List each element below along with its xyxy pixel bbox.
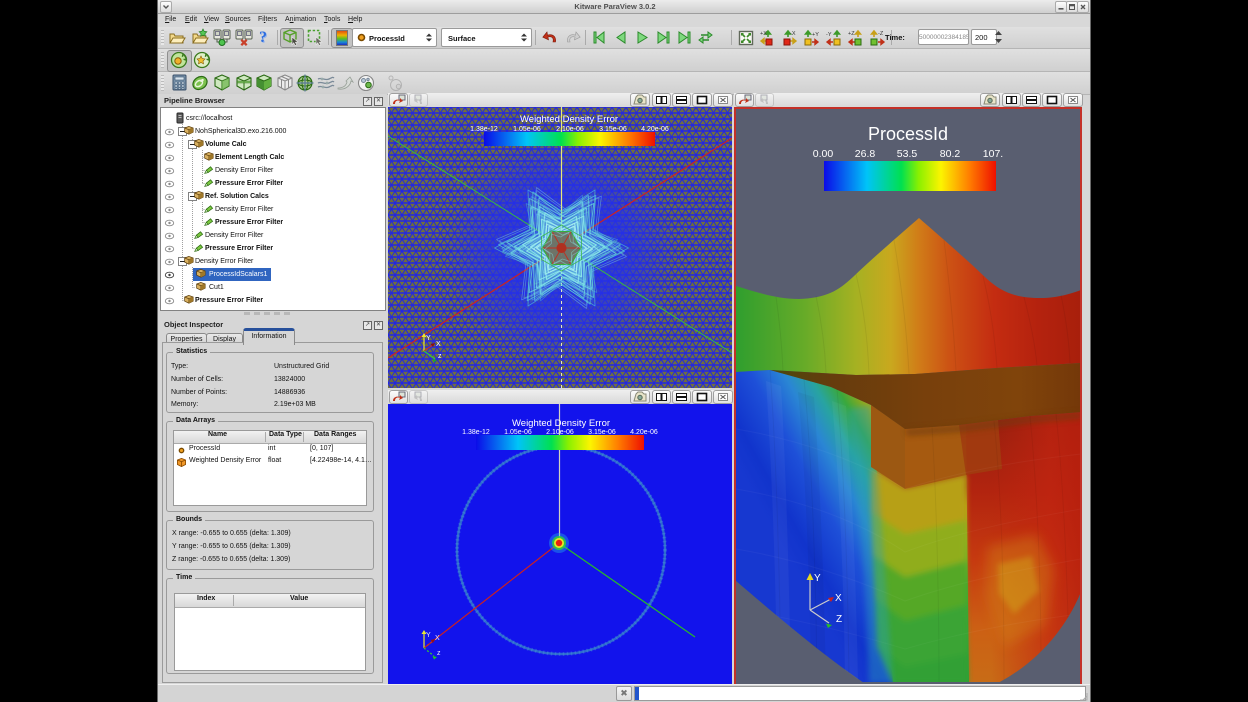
svg-text:2.10e-06: 2.10e-06: [556, 126, 584, 133]
svg-text:3.15e-06: 3.15e-06: [599, 126, 627, 133]
svg-text:1.38e-12: 1.38e-12: [470, 126, 498, 133]
svg-text:80.2: 80.2: [940, 148, 961, 160]
svg-text:-X: -X: [790, 31, 796, 37]
svg-text:1.05e-06: 1.05e-06: [504, 429, 532, 436]
svg-text:X: X: [436, 341, 441, 348]
svg-text:Y: Y: [426, 335, 431, 342]
svg-text:Z: Z: [836, 614, 842, 625]
svg-text:-Z: -Z: [878, 31, 884, 37]
svg-text:Weighted Density Error: Weighted Density Error: [512, 418, 610, 429]
svg-text:Weighted Density Error: Weighted Density Error: [520, 114, 618, 125]
svg-text:4.20e-06: 4.20e-06: [630, 429, 658, 436]
svg-text:53.5: 53.5: [897, 148, 918, 160]
svg-text:z: z: [438, 353, 442, 360]
svg-text:1.38e-12: 1.38e-12: [462, 429, 490, 436]
svg-text:107.: 107.: [983, 148, 1003, 160]
svg-text:+Y: +Y: [812, 32, 819, 38]
svg-text:1.05e-06: 1.05e-06: [513, 126, 541, 133]
svg-text:+Z: +Z: [848, 31, 855, 37]
svg-text:0.00: 0.00: [813, 148, 834, 160]
svg-text:2.10e-06: 2.10e-06: [546, 429, 574, 436]
svg-text:-Y: -Y: [826, 32, 832, 38]
svg-text:X: X: [835, 593, 842, 604]
svg-text:3.15e-06: 3.15e-06: [588, 429, 616, 436]
svg-text:X: X: [435, 635, 440, 642]
svg-text:Y: Y: [814, 573, 821, 584]
svg-text:+X: +X: [760, 31, 767, 37]
svg-text:4.20e-06: 4.20e-06: [641, 126, 669, 133]
svg-text:z: z: [437, 650, 441, 657]
svg-text:26.8: 26.8: [855, 148, 876, 160]
svg-text:Y: Y: [426, 632, 431, 639]
svg-text:ProcessId: ProcessId: [868, 124, 948, 144]
